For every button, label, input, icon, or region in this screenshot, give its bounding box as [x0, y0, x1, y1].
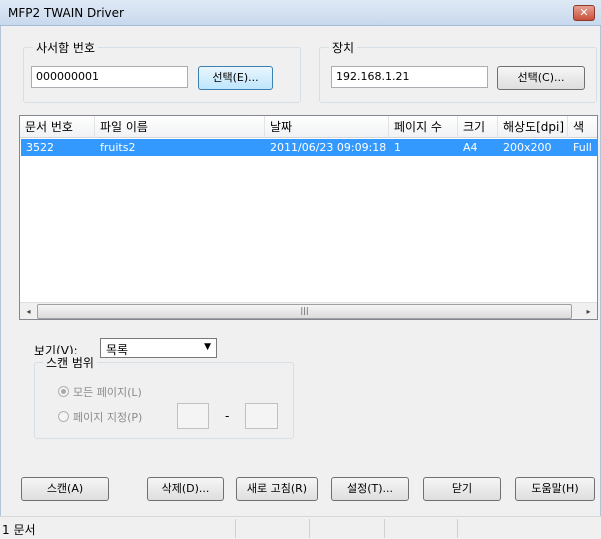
delete-button[interactable]: 삭제(D)...: [147, 477, 224, 501]
status-bar: 1 문서: [0, 516, 601, 539]
cell-date: 2011/06/23 09:09:18: [270, 141, 387, 154]
page-range-radio[interactable]: 페이지 지정(P): [58, 409, 142, 425]
page-range-separator: -: [225, 409, 230, 423]
column-header-size[interactable]: 크기: [458, 116, 498, 138]
refresh-button[interactable]: 새로 고침(R): [236, 477, 318, 501]
device-address-field[interactable]: 192.168.1.21: [331, 66, 488, 88]
all-pages-radio[interactable]: 모든 페이지(L): [58, 384, 142, 400]
all-pages-label: 모든 페이지(L): [73, 386, 142, 399]
settings-button[interactable]: 설정(T)...: [331, 477, 409, 501]
close-button[interactable]: 닫기: [423, 477, 501, 501]
status-divider: [457, 519, 458, 538]
column-header-date[interactable]: 날짜: [265, 116, 389, 138]
scan-button[interactable]: 스캔(A): [21, 477, 109, 501]
cell-file-name: fruits2: [100, 141, 136, 154]
mailbox-group-label: 사서함 번호: [33, 39, 99, 56]
scan-range-group-label: 스캔 범위: [43, 354, 97, 371]
view-dropdown[interactable]: 목록 ▼: [100, 338, 217, 358]
table-row[interactable]: 3522 fruits2 2011/06/23 09:09:18 1 A4 20…: [21, 139, 597, 156]
twain-driver-window: MFP2 TWAIN Driver ✕ 사서함 번호 000000001 선택(…: [0, 0, 601, 539]
radio-checked-icon: [58, 386, 69, 397]
close-icon: ✕: [579, 6, 589, 19]
page-from-field[interactable]: [177, 403, 209, 429]
horizontal-scrollbar[interactable]: ◂ ||| ▸: [20, 302, 597, 319]
cell-pages: 1: [394, 141, 401, 154]
view-selected-value: 목록: [106, 343, 129, 357]
close-window-button[interactable]: ✕: [573, 5, 595, 21]
window-title: MFP2 TWAIN Driver: [8, 6, 124, 20]
document-list[interactable]: 문서 번호 파일 이름 날짜 페이지 수 크기 해상도[dpi] 색 3522 …: [19, 115, 598, 320]
cell-size: A4: [463, 141, 478, 154]
column-header-resolution[interactable]: 해상도[dpi]: [498, 116, 568, 138]
scroll-grip-icon: |||: [300, 306, 309, 315]
radio-unchecked-icon: [58, 411, 69, 422]
title-bar[interactable]: MFP2 TWAIN Driver ✕: [0, 0, 601, 26]
status-divider: [309, 519, 310, 538]
column-header-color[interactable]: 색: [568, 116, 597, 138]
cell-color: Full: [573, 141, 592, 154]
scroll-right-icon[interactable]: ▸: [580, 303, 597, 319]
document-list-header: 문서 번호 파일 이름 날짜 페이지 수 크기 해상도[dpi] 색: [20, 116, 597, 138]
mailbox-number-field[interactable]: 000000001: [31, 66, 188, 88]
chevron-down-icon: ▼: [204, 342, 211, 352]
column-header-doc-number[interactable]: 문서 번호: [20, 116, 95, 138]
select-mailbox-button[interactable]: 선택(E)...: [198, 66, 273, 90]
scroll-left-icon[interactable]: ◂: [20, 303, 37, 319]
status-document-count: 1 문서: [2, 523, 36, 537]
cell-doc-number: 3522: [26, 141, 54, 154]
cell-resolution: 200x200: [503, 141, 552, 154]
select-device-button[interactable]: 선택(C)...: [497, 66, 585, 90]
column-header-pages[interactable]: 페이지 수: [389, 116, 458, 138]
dialog-client-area: 사서함 번호 000000001 선택(E)... 장치 192.168.1.2…: [0, 26, 601, 516]
status-divider: [384, 519, 385, 538]
column-header-file-name[interactable]: 파일 이름: [95, 116, 265, 138]
page-to-field[interactable]: [245, 403, 278, 429]
device-group-label: 장치: [329, 39, 358, 56]
status-divider: [235, 519, 236, 538]
help-button[interactable]: 도움말(H): [515, 477, 595, 501]
page-range-label: 페이지 지정(P): [73, 411, 143, 424]
scrollbar-thumb[interactable]: |||: [37, 304, 572, 319]
